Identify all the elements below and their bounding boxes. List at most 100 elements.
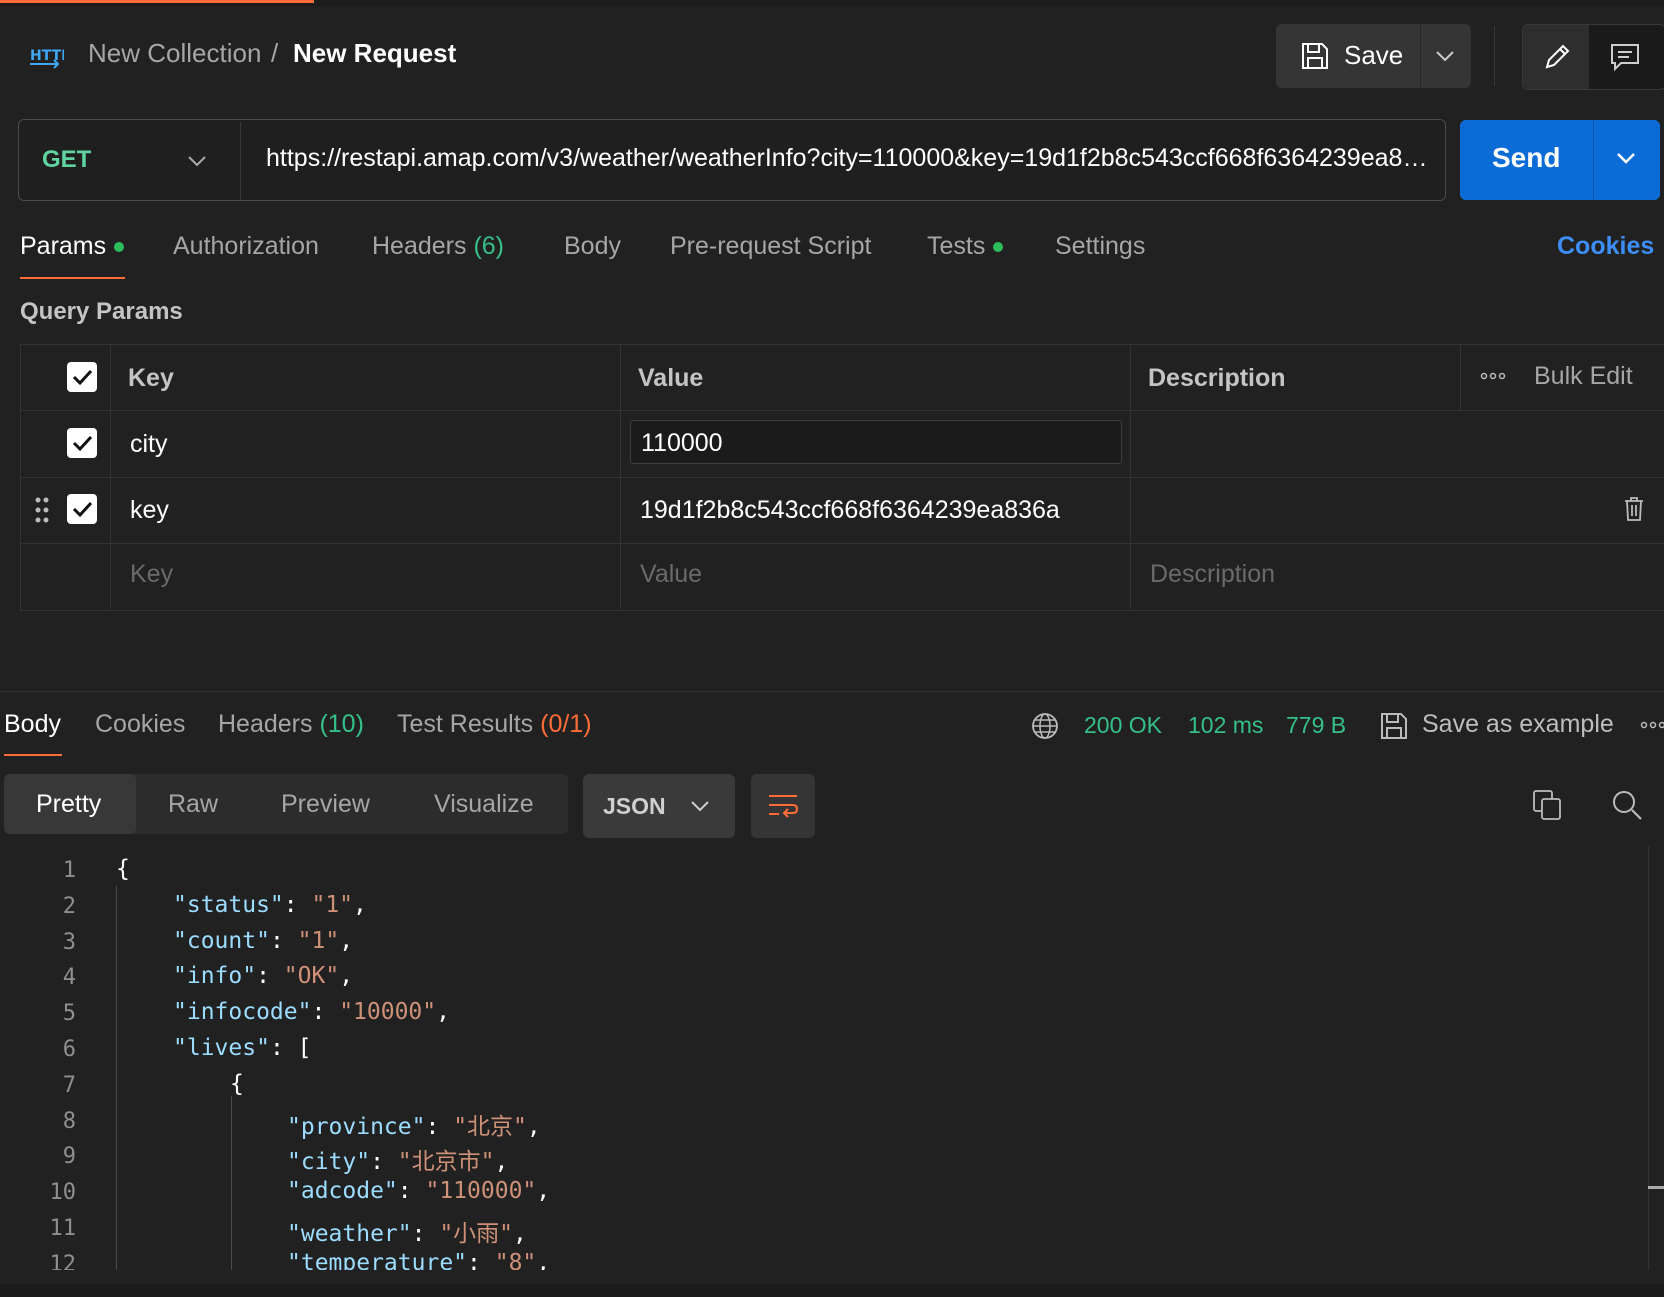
column-header-key: Key — [128, 364, 174, 392]
code-line: "province": "北京", — [287, 1113, 541, 1140]
more-options-icon[interactable] — [1480, 371, 1506, 381]
url-input[interactable]: https://restapi.amap.com/v3/weather/weat… — [266, 144, 1428, 173]
edit-comment-group — [1522, 24, 1664, 90]
indent-guide — [116, 886, 117, 1270]
tab-params[interactable]: Params — [20, 232, 125, 261]
tab-label: Headers — [218, 710, 313, 738]
copy-icon[interactable] — [1532, 789, 1562, 821]
row-checkbox[interactable] — [67, 428, 97, 458]
line-number: 7 — [62, 1072, 76, 1098]
json-value: "110000" — [425, 1178, 537, 1205]
wrap-lines-icon — [767, 790, 799, 822]
view-visualize-button[interactable]: Visualize — [434, 790, 534, 819]
response-tab-test-results[interactable]: Test Results (0/1) — [397, 710, 592, 739]
drag-handle-icon[interactable] — [34, 496, 50, 524]
view-raw-button[interactable]: Raw — [168, 790, 218, 819]
param-value[interactable]: 19d1f2b8c543ccf668f6364239ea836a — [640, 496, 1060, 525]
send-button[interactable]: Send — [1492, 142, 1560, 174]
tab-authorization[interactable]: Authorization — [173, 232, 319, 261]
wrap-lines-button[interactable] — [751, 774, 815, 838]
line-number: 9 — [62, 1144, 76, 1170]
json-key: "adcode" — [287, 1178, 398, 1205]
new-description-input[interactable]: Description — [1150, 560, 1275, 589]
indent-guide — [231, 1096, 232, 1270]
tab-label: Params — [20, 232, 107, 260]
edit-button[interactable] — [1523, 25, 1589, 89]
response-tab-cookies[interactable]: Cookies — [95, 710, 185, 739]
response-size[interactable]: 779 B — [1286, 712, 1346, 739]
tab-headers[interactable]: Headers (6) — [372, 232, 504, 261]
more-options-icon[interactable] — [1640, 720, 1664, 730]
active-dot — [114, 242, 125, 253]
save-as-example-button[interactable]: Save as example — [1422, 710, 1614, 739]
tab-body[interactable]: Body — [564, 232, 621, 261]
format-select[interactable]: JSON — [583, 774, 735, 838]
row-checkbox[interactable] — [67, 494, 97, 524]
status-code[interactable]: 200 OK — [1084, 712, 1162, 739]
new-key-input[interactable]: Key — [130, 560, 173, 589]
format-label: JSON — [603, 793, 666, 819]
line-number: 8 — [62, 1108, 76, 1134]
chevron-down-icon[interactable] — [1434, 46, 1456, 66]
response-tab-headers[interactable]: Headers (10) — [218, 710, 364, 739]
json-key: "temperature" — [287, 1249, 468, 1270]
save-icon — [1300, 41, 1330, 71]
pane-divider[interactable] — [0, 691, 1664, 692]
json-value: "小雨" — [439, 1221, 514, 1247]
tab-settings[interactable]: Settings — [1055, 232, 1145, 261]
json-key: "count" — [173, 927, 270, 954]
breadcrumb-collection[interactable]: New Collection — [88, 38, 261, 69]
select-all-checkbox[interactable] — [67, 362, 97, 392]
bulk-edit-button[interactable]: Bulk Edit — [1534, 362, 1633, 391]
test-results-count: (0/1) — [540, 710, 592, 738]
code-line: "temperature": "8", — [287, 1250, 550, 1270]
breadcrumb-separator: / — [271, 38, 279, 68]
response-time[interactable]: 102 ms — [1188, 712, 1263, 739]
divider — [1593, 120, 1594, 200]
chevron-down-icon[interactable] — [1615, 150, 1637, 168]
code-line: "weather": "小雨", — [287, 1221, 527, 1247]
param-key[interactable]: key — [130, 496, 169, 525]
json-value: "8" — [494, 1249, 537, 1270]
save-icon — [1379, 711, 1409, 741]
http-method-select[interactable]: GET — [42, 146, 91, 174]
status-bar — [0, 1284, 1664, 1297]
param-value-input[interactable]: 110000 — [630, 420, 1122, 464]
search-icon[interactable] — [1611, 789, 1643, 821]
response-tab-body[interactable]: Body — [4, 710, 61, 739]
new-value-input[interactable]: Value — [640, 560, 702, 589]
param-key[interactable]: city — [130, 430, 168, 459]
http-icon: HTTP — [28, 40, 64, 72]
divider — [1420, 24, 1421, 88]
comment-icon[interactable] — [1609, 41, 1641, 73]
line-number: 1 — [62, 858, 76, 883]
headers-count: (6) — [473, 232, 505, 260]
tab-prerequest-script[interactable]: Pre-request Script — [670, 232, 871, 261]
chevron-down-icon — [689, 798, 711, 816]
line-number: 2 — [62, 893, 76, 919]
response-body-editor[interactable]: 1 {2 "status": "1", 3 "count": "1", 4 "info": … — [0, 846, 1664, 1270]
line-number: 12 — [49, 1251, 77, 1270]
scrollbar-track[interactable] — [1648, 846, 1649, 1270]
save-button[interactable]: Save — [1344, 40, 1403, 71]
json-key: "info" — [173, 963, 257, 990]
col-divider — [620, 344, 621, 609]
col-divider — [1460, 344, 1461, 410]
json-key: "status" — [173, 891, 284, 918]
chevron-down-icon[interactable] — [186, 152, 208, 170]
json-key: "weather" — [287, 1221, 412, 1247]
cookies-link[interactable]: Cookies — [1557, 232, 1654, 261]
code-line: "city": "北京市", — [287, 1149, 509, 1176]
json-value: "北京" — [453, 1113, 527, 1140]
line-number: 3 — [62, 929, 76, 955]
col-divider — [110, 344, 111, 609]
globe-icon[interactable] — [1030, 711, 1060, 741]
trash-icon[interactable] — [1623, 496, 1645, 522]
divider — [1494, 26, 1495, 86]
line-number: 4 — [62, 965, 76, 991]
view-preview-button[interactable]: Preview — [281, 790, 370, 819]
tab-tests[interactable]: Tests — [927, 232, 1004, 261]
request-title[interactable]: New Request — [293, 38, 456, 69]
json-value: "北京市" — [397, 1149, 495, 1176]
row-divider — [20, 543, 1664, 544]
